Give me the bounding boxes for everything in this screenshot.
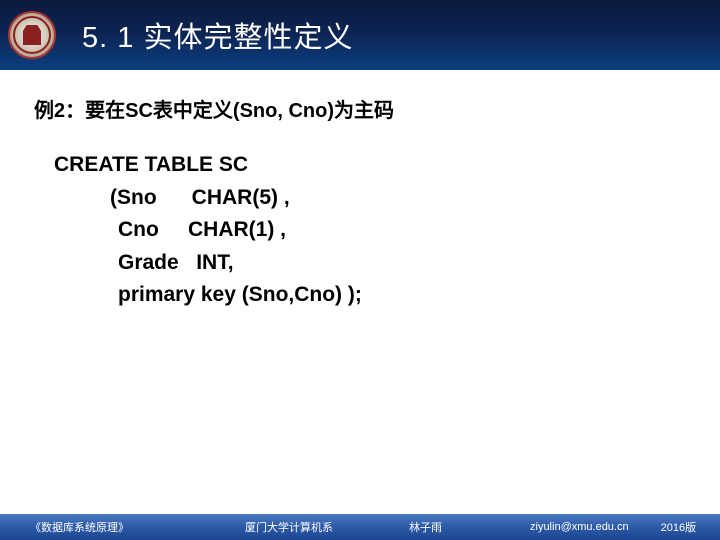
footer-version: 2016版 xyxy=(661,519,696,535)
code-line-grade: Grade INT, xyxy=(118,247,686,280)
section-number: 5. 1 xyxy=(82,22,134,54)
slide-header: 5. 1 实体完整性定义 xyxy=(0,0,720,70)
code-line-pk: primary key (Sno,Cno) ); xyxy=(118,279,686,312)
slide-footer: 《数据库系统原理》 厦门大学计算机系 林子雨 ziyulin@xmu.edu.c… xyxy=(0,514,720,540)
code-line-sno: (Sno CHAR(5) , xyxy=(110,182,686,215)
code-line-cno: Cno CHAR(1) , xyxy=(118,214,686,247)
footer-author: 林子雨 xyxy=(409,519,442,535)
section-title: 5. 1 实体完整性定义 xyxy=(82,14,353,56)
section-heading: 实体完整性定义 xyxy=(143,22,353,54)
footer-dept: 厦门大学计算机系 xyxy=(245,519,333,535)
footer-email: ziyulin@xmu.edu.cn xyxy=(530,521,629,533)
slide-content: 例2：要在SC表中定义(Sno, Cno)为主码 CREATE TABLE SC… xyxy=(0,70,720,312)
example-description: 例2：要在SC表中定义(Sno, Cno)为主码 xyxy=(34,94,686,123)
university-logo xyxy=(8,11,56,59)
sql-code-block: CREATE TABLE SC (Sno CHAR(5) , Cno CHAR(… xyxy=(54,149,686,312)
code-line-create: CREATE TABLE SC xyxy=(54,149,686,182)
footer-book: 《数据库系统原理》 xyxy=(30,519,129,535)
